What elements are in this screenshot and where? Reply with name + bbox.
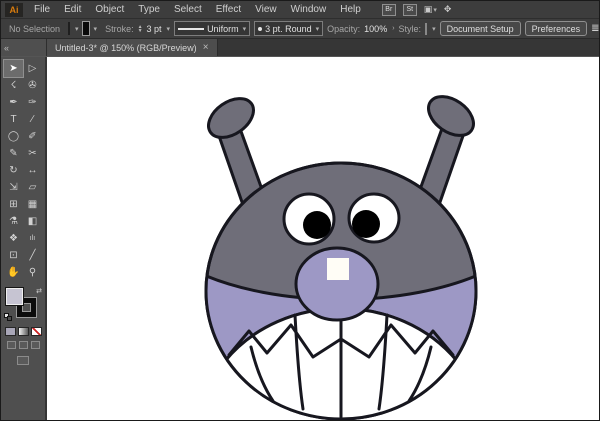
stroke-weight-value[interactable]: 3 pt	[147, 24, 162, 34]
brush-dropdown[interactable]: 3 pt. Round ▾	[254, 21, 323, 36]
document-tab[interactable]: Untitled-3* @ 150% (RGB/Preview) ×	[47, 39, 218, 56]
style-swatch[interactable]	[425, 23, 427, 35]
change-screen-mode-icon[interactable]	[17, 356, 29, 365]
drawing-modes-row	[7, 341, 40, 349]
tool-paintbrush[interactable]: ✐	[23, 128, 42, 145]
fill-indicator[interactable]	[5, 287, 24, 306]
tool-column-graph[interactable]: ılı	[23, 230, 42, 247]
draw-behind-icon[interactable]	[19, 341, 28, 349]
width-profile-dropdown[interactable]: Uniform ▾	[174, 21, 250, 36]
tool-slice[interactable]: ╱	[23, 247, 42, 264]
menu-select[interactable]: Select	[167, 2, 209, 18]
color-button[interactable]	[5, 327, 16, 336]
chevron-down-icon: ▾	[243, 25, 247, 33]
tool-width[interactable]: ↔	[23, 162, 42, 179]
menu-view[interactable]: View	[248, 2, 284, 18]
menu-window[interactable]: Window	[284, 2, 334, 18]
workspace-switcher-icon[interactable]: ✥	[444, 4, 452, 15]
panel-options-icon[interactable]: ≣	[591, 23, 599, 34]
tool-free-transform[interactable]: ▱	[23, 179, 42, 196]
document-setup-button[interactable]: Document Setup	[440, 21, 521, 36]
tool-type[interactable]: T	[4, 111, 23, 128]
tool-curvature[interactable]: ✑	[23, 94, 42, 111]
tool-magic-wand[interactable]: ☇	[4, 77, 23, 94]
tool-hand[interactable]: ✋	[4, 264, 23, 281]
tool-gradient[interactable]: ◧	[23, 213, 42, 230]
none-button[interactable]	[31, 327, 42, 336]
illustrator-logo-icon[interactable]: Ai	[5, 3, 23, 17]
bridge-icon[interactable]: Br	[382, 4, 396, 16]
tool-scissors[interactable]: ✂	[23, 145, 42, 162]
fill-color-swatch[interactable]	[68, 22, 70, 35]
artwork-germ-character	[47, 57, 600, 421]
tools-panel: ➤ ▷ ☇ ✇ ✒ ✑ T ∕ ◯ ✐ ✎ ✂ ↻ ↔ ⇲ ▱ ⊞ ▦ ⚗ ◧	[1, 57, 47, 421]
left-antenna-tip[interactable]	[201, 91, 260, 146]
style-label: Style:	[399, 24, 422, 34]
default-fill-stroke-icon[interactable]	[4, 313, 13, 321]
menu-help[interactable]: Help	[333, 2, 368, 18]
nose-highlight-square[interactable]	[327, 258, 349, 280]
stroke-weight-stepper[interactable]: ▲▼	[138, 25, 143, 33]
control-bar: No Selection ▾ ▾ Stroke: ▲▼ 3 pt ▾ Unifo…	[1, 19, 599, 39]
close-icon[interactable]: ×	[203, 42, 209, 53]
brush-preview-icon	[258, 27, 262, 31]
tool-eyedropper[interactable]: ⚗	[4, 213, 23, 230]
menu-bar: Ai File Edit Object Type Select Effect V…	[1, 1, 599, 19]
draw-inside-icon[interactable]	[31, 341, 40, 349]
menu-edit[interactable]: Edit	[57, 2, 88, 18]
collapse-tools-icon[interactable]: «	[4, 43, 9, 53]
fill-stroke-widget: ⇄	[4, 287, 42, 323]
illustrator-window: Ai File Edit Object Type Select Effect V…	[0, 0, 600, 421]
right-antenna-tip[interactable]	[421, 89, 480, 144]
document-tab-bar: « Untitled-3* @ 150% (RGB/Preview) ×	[1, 39, 599, 57]
menu-file[interactable]: File	[27, 2, 57, 18]
menu-type[interactable]: Type	[131, 2, 167, 18]
brush-value: 3 pt. Round	[265, 24, 312, 34]
fill-chevron-icon[interactable]: ▾	[75, 25, 79, 33]
tool-perspective-grid[interactable]: ⊞	[4, 196, 23, 213]
tool-mesh[interactable]: ▦	[23, 196, 42, 213]
tool-ellipse[interactable]: ◯	[4, 128, 23, 145]
swap-fill-stroke-icon[interactable]: ⇄	[36, 287, 42, 295]
paint-mode-row	[5, 327, 42, 336]
canvas[interactable]	[47, 57, 599, 421]
width-profile-value: Uniform	[207, 24, 239, 34]
tool-blend[interactable]: ❖	[4, 230, 23, 247]
opacity-more-icon[interactable]: ›	[392, 25, 394, 32]
tool-zoom[interactable]: ⚲	[23, 264, 42, 281]
tool-lasso[interactable]: ✇	[23, 77, 42, 94]
arrange-documents-button[interactable]: ▣ ▾	[424, 4, 437, 15]
draw-normal-icon[interactable]	[7, 341, 16, 349]
tool-pen[interactable]: ✒	[4, 94, 23, 111]
tool-line-segment[interactable]: ∕	[23, 111, 42, 128]
opacity-value[interactable]: 100%	[364, 24, 387, 34]
tool-artboard[interactable]: ⊡	[4, 247, 23, 264]
tool-rotate[interactable]: ↻	[4, 162, 23, 179]
left-pupil[interactable]	[303, 211, 331, 239]
stock-icon[interactable]: St	[403, 4, 417, 16]
gradient-button[interactable]	[18, 327, 29, 336]
tool-scale[interactable]: ⇲	[4, 179, 23, 196]
selection-status: No Selection	[9, 24, 60, 34]
stroke-color-swatch[interactable]	[83, 22, 89, 35]
stroke-profile-preview	[178, 28, 204, 30]
menu-object[interactable]: Object	[88, 2, 131, 18]
chevron-down-icon: ▾	[316, 25, 320, 33]
style-chevron-icon[interactable]: ▾	[432, 25, 436, 33]
right-pupil[interactable]	[352, 210, 380, 238]
chevron-down-icon: ▾	[433, 6, 437, 14]
document-tab-title: Untitled-3* @ 150% (RGB/Preview)	[55, 43, 197, 53]
tools-grid: ➤ ▷ ☇ ✇ ✒ ✑ T ∕ ◯ ✐ ✎ ✂ ↻ ↔ ⇲ ▱ ⊞ ▦ ⚗ ◧	[4, 60, 42, 281]
opacity-label: Opacity:	[327, 24, 360, 34]
arrange-documents-icon: ▣	[424, 4, 433, 15]
tools-panel-header: «	[1, 39, 47, 56]
stroke-chevron-icon[interactable]: ▾	[94, 25, 98, 33]
stroke-weight-chevron-icon[interactable]: ▾	[167, 25, 171, 33]
tool-pencil[interactable]: ✎	[4, 145, 23, 162]
menu-effect[interactable]: Effect	[209, 2, 248, 18]
stroke-label: Stroke:	[105, 24, 134, 34]
preferences-button[interactable]: Preferences	[525, 21, 588, 36]
tool-selection[interactable]: ➤	[4, 60, 23, 77]
tool-direct-selection[interactable]: ▷	[23, 60, 42, 77]
